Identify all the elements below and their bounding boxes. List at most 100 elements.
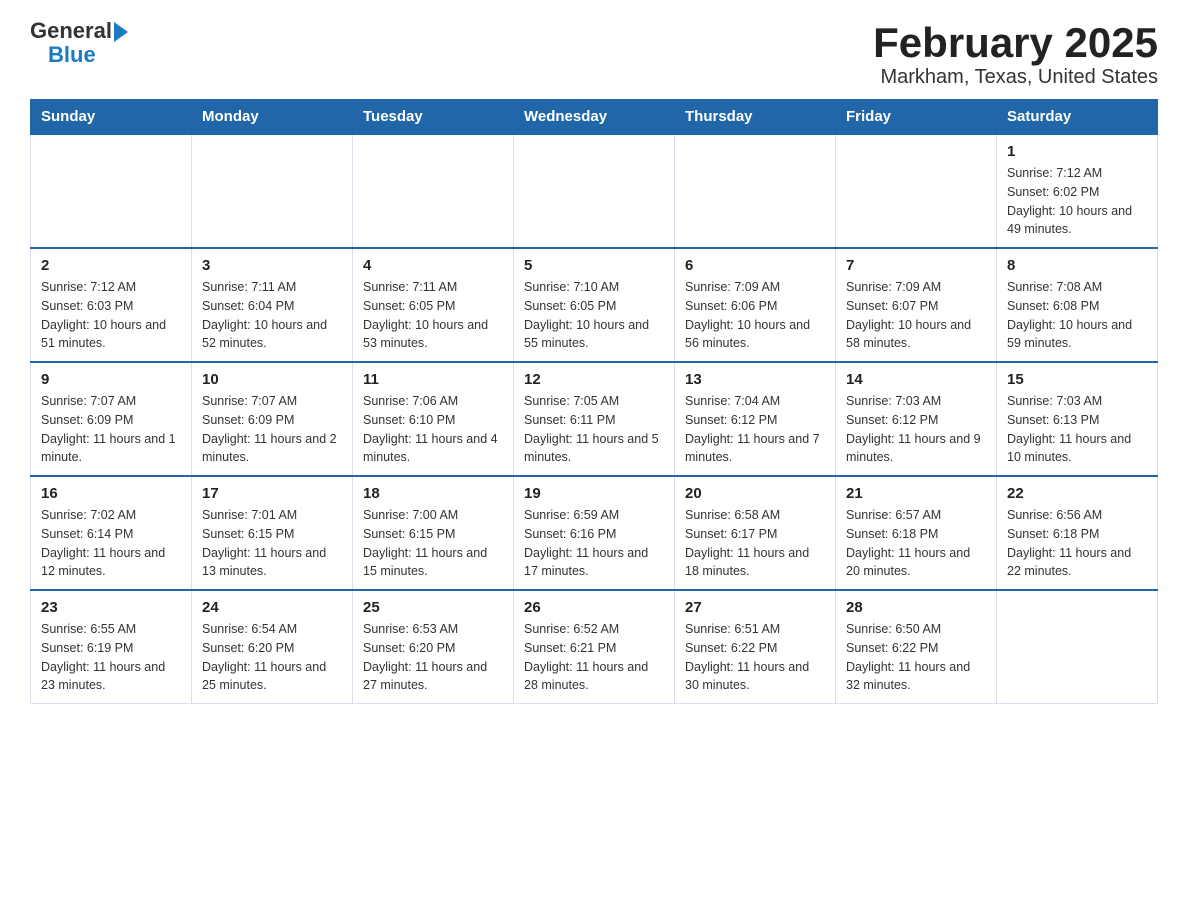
calendar-cell: 12Sunrise: 7:05 AM Sunset: 6:11 PM Dayli…	[514, 362, 675, 476]
day-info: Sunrise: 7:01 AM Sunset: 6:15 PM Dayligh…	[202, 506, 342, 581]
day-number: 27	[685, 599, 825, 616]
weekday-header-thursday: Thursday	[675, 100, 836, 135]
day-info: Sunrise: 6:59 AM Sunset: 6:16 PM Dayligh…	[524, 506, 664, 581]
weekday-header-row: SundayMondayTuesdayWednesdayThursdayFrid…	[31, 100, 1158, 135]
day-number: 25	[363, 599, 503, 616]
day-number: 5	[524, 257, 664, 274]
calendar-cell	[997, 590, 1158, 704]
calendar-cell: 13 Sunrise: 7:04 AM Sunset: 6:12 PM Dayli…	[675, 362, 836, 476]
calendar-table: SundayMondayTuesdayWednesdayThursdayFrid…	[30, 99, 1158, 704]
day-info: Sunrise: 7:09 AM Sunset: 6:07 PM Dayligh…	[846, 278, 986, 353]
day-info: Sunrise: 7:02 AM Sunset: 6:14 PM Dayligh…	[41, 506, 181, 581]
day-number: 7	[846, 257, 986, 274]
calendar-cell: 22 Sunrise: 6:56 AM Sunset: 6:18 PM Dayli…	[997, 476, 1158, 590]
day-info: Sunrise: 6:51 AM Sunset: 6:22 PM Dayligh…	[685, 620, 825, 695]
weekday-header-sunday: Sunday	[31, 100, 192, 135]
calendar-cell: 18 Sunrise: 7:00 AM Sunset: 6:15 PM Dayli…	[353, 476, 514, 590]
day-info: Sunrise: 7:03 AM Sunset: 6:13 PM Dayligh…	[1007, 392, 1147, 467]
calendar-cell	[514, 134, 675, 248]
day-info: Sunrise: 7:09 AM Sunset: 6:06 PM Dayligh…	[685, 278, 825, 353]
day-number: 22	[1007, 485, 1147, 502]
day-info: Sunrise: 7:12 AM Sunset: 6:03 PM Dayligh…	[41, 278, 181, 353]
calendar-cell: 25 Sunrise: 6:53 AM Sunset: 6:20 PM Dayli…	[353, 590, 514, 704]
weekday-header-friday: Friday	[836, 100, 997, 135]
day-info: Sunrise: 7:11 AM Sunset: 6:05 PM Dayligh…	[363, 278, 503, 353]
day-number: 20	[685, 485, 825, 502]
calendar-cell: 2 Sunrise: 7:12 AM Sunset: 6:03 PM Daylig…	[31, 248, 192, 362]
logo-arrow-icon	[114, 22, 128, 42]
day-info: Sunrise: 7:10 AM Sunset: 6:05 PM Dayligh…	[524, 278, 664, 353]
day-number: 6	[685, 257, 825, 274]
day-number: 14	[846, 371, 986, 388]
day-number: 28	[846, 599, 986, 616]
logo-blue-text: Blue	[48, 42, 96, 68]
day-info: Sunrise: 7:12 AM Sunset: 6:02 PM Dayligh…	[1007, 164, 1147, 239]
calendar-cell: 1Sunrise: 7:12 AM Sunset: 6:02 PM Daylig…	[997, 134, 1158, 248]
day-info: Sunrise: 6:53 AM Sunset: 6:20 PM Dayligh…	[363, 620, 503, 695]
weekday-header-saturday: Saturday	[997, 100, 1158, 135]
calendar-cell: 24 Sunrise: 6:54 AM Sunset: 6:20 PM Dayli…	[192, 590, 353, 704]
day-number: 12	[524, 371, 664, 388]
day-number: 3	[202, 257, 342, 274]
day-info: Sunrise: 7:08 AM Sunset: 6:08 PM Dayligh…	[1007, 278, 1147, 353]
day-info: Sunrise: 6:58 AM Sunset: 6:17 PM Dayligh…	[685, 506, 825, 581]
calendar-body: 1Sunrise: 7:12 AM Sunset: 6:02 PM Daylig…	[31, 134, 1158, 704]
calendar-cell: 7 Sunrise: 7:09 AM Sunset: 6:07 PM Daylig…	[836, 248, 997, 362]
calendar-cell: 16 Sunrise: 7:02 AM Sunset: 6:14 PM Dayli…	[31, 476, 192, 590]
day-number: 13	[685, 371, 825, 388]
day-info: Sunrise: 7:07 AM Sunset: 6:09 PM Dayligh…	[202, 392, 342, 467]
calendar-cell: 15Sunrise: 7:03 AM Sunset: 6:13 PM Dayli…	[997, 362, 1158, 476]
calendar-cell	[31, 134, 192, 248]
day-number: 9	[41, 371, 181, 388]
calendar-cell: 8 Sunrise: 7:08 AM Sunset: 6:08 PM Daylig…	[997, 248, 1158, 362]
day-number: 24	[202, 599, 342, 616]
calendar-week-row: 1Sunrise: 7:12 AM Sunset: 6:02 PM Daylig…	[31, 134, 1158, 248]
day-info: Sunrise: 6:55 AM Sunset: 6:19 PM Dayligh…	[41, 620, 181, 695]
calendar-cell: 3 Sunrise: 7:11 AM Sunset: 6:04 PM Daylig…	[192, 248, 353, 362]
calendar-title: February 2025	[873, 20, 1158, 66]
calendar-week-row: 2 Sunrise: 7:12 AM Sunset: 6:03 PM Daylig…	[31, 248, 1158, 362]
calendar-cell: 26 Sunrise: 6:52 AM Sunset: 6:21 PM Dayli…	[514, 590, 675, 704]
calendar-cell: 21Sunrise: 6:57 AM Sunset: 6:18 PM Dayli…	[836, 476, 997, 590]
day-number: 26	[524, 599, 664, 616]
day-number: 2	[41, 257, 181, 274]
day-info: Sunrise: 6:54 AM Sunset: 6:20 PM Dayligh…	[202, 620, 342, 695]
calendar-cell: 5 Sunrise: 7:10 AM Sunset: 6:05 PM Daylig…	[514, 248, 675, 362]
day-info: Sunrise: 6:56 AM Sunset: 6:18 PM Dayligh…	[1007, 506, 1147, 581]
day-info: Sunrise: 7:06 AM Sunset: 6:10 PM Dayligh…	[363, 392, 503, 467]
calendar-cell: 14 Sunrise: 7:03 AM Sunset: 6:12 PM Dayli…	[836, 362, 997, 476]
calendar-cell	[353, 134, 514, 248]
day-info: Sunrise: 7:04 AM Sunset: 6:12 PM Dayligh…	[685, 392, 825, 467]
calendar-cell: 10 Sunrise: 7:07 AM Sunset: 6:09 PM Dayli…	[192, 362, 353, 476]
calendar-subtitle: Markham, Texas, United States	[873, 66, 1158, 89]
day-number: 11	[363, 371, 503, 388]
calendar-cell: 4Sunrise: 7:11 AM Sunset: 6:05 PM Daylig…	[353, 248, 514, 362]
calendar-cell: 28 Sunrise: 6:50 AM Sunset: 6:22 PM Dayli…	[836, 590, 997, 704]
day-number: 8	[1007, 257, 1147, 274]
day-number: 16	[41, 485, 181, 502]
calendar-week-row: 16 Sunrise: 7:02 AM Sunset: 6:14 PM Dayli…	[31, 476, 1158, 590]
calendar-cell	[192, 134, 353, 248]
logo-general-text: General	[30, 20, 112, 42]
day-number: 23	[41, 599, 181, 616]
calendar-cell: 23 Sunrise: 6:55 AM Sunset: 6:19 PM Dayli…	[31, 590, 192, 704]
calendar-cell: 6 Sunrise: 7:09 AM Sunset: 6:06 PM Daylig…	[675, 248, 836, 362]
day-info: Sunrise: 6:52 AM Sunset: 6:21 PM Dayligh…	[524, 620, 664, 695]
calendar-cell: 20 Sunrise: 6:58 AM Sunset: 6:17 PM Dayli…	[675, 476, 836, 590]
calendar-cell: 9Sunrise: 7:07 AM Sunset: 6:09 PM Daylig…	[31, 362, 192, 476]
day-info: Sunrise: 7:11 AM Sunset: 6:04 PM Dayligh…	[202, 278, 342, 353]
calendar-week-row: 9 Sunrise: 7:07 AM Sunset: 6:09 PM Daylig…	[31, 362, 1158, 476]
day-info: Sunrise: 7:00 AM Sunset: 6:15 PM Dayligh…	[363, 506, 503, 581]
calendar-cell	[836, 134, 997, 248]
day-info: Sunrise: 6:57 AM Sunset: 6:18 PM Dayligh…	[846, 506, 986, 581]
weekday-header-monday: Monday	[192, 100, 353, 135]
day-number: 17	[202, 485, 342, 502]
day-info: Sunrise: 7:03 AM Sunset: 6:12 PM Dayligh…	[846, 392, 986, 467]
calendar-cell: 19Sunrise: 6:59 AM Sunset: 6:16 PM Dayli…	[514, 476, 675, 590]
calendar-cell: 27 Sunrise: 6:51 AM Sunset: 6:22 PM Dayli…	[675, 590, 836, 704]
day-number: 10	[202, 371, 342, 388]
title-block: February 2025 Markham, Texas, United Sta…	[873, 20, 1158, 89]
day-number: 18	[363, 485, 503, 502]
calendar-header: SundayMondayTuesdayWednesdayThursdayFrid…	[31, 100, 1158, 135]
day-info: Sunrise: 6:50 AM Sunset: 6:22 PM Dayligh…	[846, 620, 986, 695]
